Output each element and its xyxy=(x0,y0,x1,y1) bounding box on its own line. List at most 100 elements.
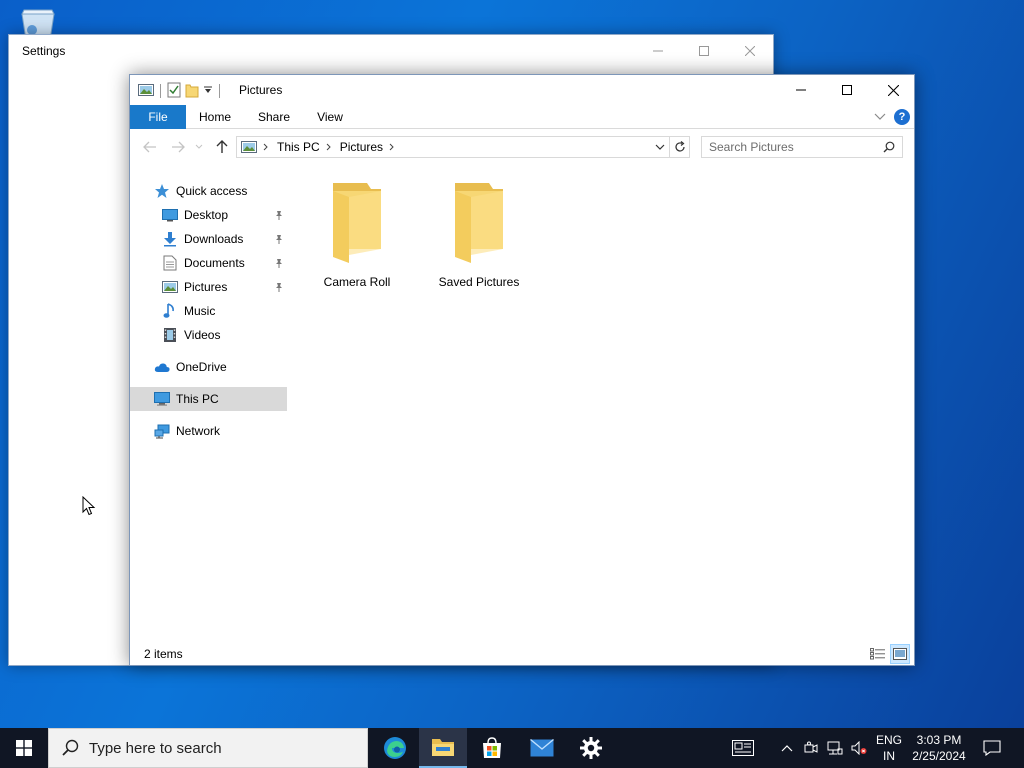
address-dropdown-chevron-icon[interactable] xyxy=(653,140,667,154)
search-icon[interactable] xyxy=(883,141,895,156)
forward-button[interactable] xyxy=(170,139,186,155)
store-icon xyxy=(483,737,501,758)
details-view-button[interactable] xyxy=(868,644,888,664)
search-box[interactable] xyxy=(701,136,903,158)
show-hidden-icons-chevron-icon[interactable] xyxy=(778,728,796,768)
tab-view[interactable]: View xyxy=(308,105,352,129)
taskbar-store[interactable] xyxy=(468,728,516,768)
nav-label: Pictures xyxy=(184,280,228,294)
breadcrumb-chevron-icon xyxy=(263,143,268,151)
pin-icon[interactable] xyxy=(274,233,284,247)
music-icon xyxy=(162,303,178,319)
maximize-button[interactable] xyxy=(824,75,870,105)
tab-file[interactable]: File xyxy=(130,105,186,129)
edge-icon xyxy=(384,737,406,759)
taskbar-settings[interactable] xyxy=(567,728,615,768)
mouse-cursor-icon xyxy=(82,495,96,519)
taskbar-search-placeholder: Type here to search xyxy=(89,739,222,757)
breadcrumb-chevron-icon xyxy=(389,143,394,151)
nav-desktop[interactable]: Desktop xyxy=(162,203,287,227)
clock[interactable]: 3:03 PM 2/25/2024 xyxy=(908,728,970,768)
up-button[interactable] xyxy=(214,139,230,155)
pin-icon[interactable] xyxy=(274,209,284,223)
nav-videos[interactable]: Videos xyxy=(162,323,220,347)
refresh-button[interactable] xyxy=(670,136,690,158)
notification-icon xyxy=(983,740,1001,756)
search-input[interactable] xyxy=(709,140,879,154)
address-bar[interactable]: This PC Pictures xyxy=(236,136,670,158)
folder-label: Camera Roll xyxy=(323,275,391,289)
new-folder-qat-icon[interactable] xyxy=(185,82,199,101)
desktop-folder-icon xyxy=(162,207,178,223)
file-list-area[interactable]: Camera Roll Saved Pictures xyxy=(287,167,915,639)
navigation-bar: This PC Pictures xyxy=(130,131,914,163)
settings-maximize-button[interactable] xyxy=(681,35,727,67)
nav-music[interactable]: Music xyxy=(162,299,215,323)
taskbar-file-explorer[interactable] xyxy=(419,728,467,768)
breadcrumb-chevron-icon xyxy=(326,143,331,151)
meet-now-icon[interactable] xyxy=(802,728,820,768)
nav-quick-access[interactable]: Quick access xyxy=(154,179,247,203)
start-button[interactable] xyxy=(0,728,48,768)
news-icon xyxy=(732,740,754,756)
tab-share[interactable]: Share xyxy=(250,105,298,129)
taskbar-edge[interactable] xyxy=(371,728,419,768)
nav-documents[interactable]: Documents xyxy=(162,251,287,275)
large-icons-view-button[interactable] xyxy=(890,644,910,664)
nav-label: Quick access xyxy=(176,184,248,198)
folder-label: Saved Pictures xyxy=(438,275,520,289)
search-icon xyxy=(62,739,79,756)
pin-icon[interactable] xyxy=(274,281,284,295)
tab-home[interactable]: Home xyxy=(190,105,240,129)
volume-muted-icon[interactable] xyxy=(849,728,869,768)
file-explorer-window[interactable]: Pictures File Home Share View ? This PC … xyxy=(129,74,915,666)
close-button[interactable] xyxy=(870,75,916,105)
minimize-button[interactable] xyxy=(778,75,824,105)
settings-gear-icon xyxy=(580,737,602,759)
details-view-icon xyxy=(870,648,885,660)
taskbar-search-box[interactable]: Type here to search xyxy=(48,728,368,768)
large-icons-view-icon xyxy=(893,648,907,660)
title-bar[interactable]: Pictures xyxy=(130,75,914,105)
videos-icon xyxy=(162,327,178,343)
breadcrumb-this-pc[interactable]: This PC xyxy=(277,140,332,154)
nav-label: Videos xyxy=(184,328,221,342)
language-code: ENG xyxy=(875,733,902,747)
help-icon[interactable]: ? xyxy=(894,109,910,125)
window-title: Pictures xyxy=(239,83,283,97)
input-language-indicator[interactable]: ENG IN xyxy=(872,728,906,768)
back-button[interactable] xyxy=(142,139,158,155)
nav-label: Desktop xyxy=(184,208,229,222)
this-pc-icon xyxy=(154,391,170,407)
pictures-icon xyxy=(162,279,178,295)
settings-minimize-button[interactable] xyxy=(635,35,681,67)
nav-network[interactable]: Network xyxy=(154,419,220,443)
file-explorer-icon xyxy=(432,739,454,756)
network-status-icon[interactable] xyxy=(826,728,844,768)
breadcrumb-label: Pictures xyxy=(339,140,384,154)
folder-item-saved-pictures[interactable]: Saved Pictures xyxy=(431,179,527,289)
tray-news-widget[interactable] xyxy=(728,728,758,768)
pin-icon[interactable] xyxy=(274,257,284,271)
taskbar: Type here to search ENG IN 3:03 PM 2/25/… xyxy=(0,728,1024,768)
nav-label: Music xyxy=(184,304,216,318)
settings-close-button[interactable] xyxy=(727,35,773,67)
action-center-button[interactable] xyxy=(978,728,1006,768)
qat-separator xyxy=(219,84,220,98)
nav-this-pc[interactable]: This PC xyxy=(130,387,287,411)
taskbar-mail[interactable] xyxy=(518,728,566,768)
properties-qat-icon[interactable] xyxy=(167,82,181,101)
address-location-icon xyxy=(241,141,269,153)
expand-ribbon-chevron-icon[interactable] xyxy=(874,110,886,124)
customize-qat-dropdown-icon[interactable] xyxy=(203,84,213,98)
onedrive-cloud-icon xyxy=(154,359,170,375)
nav-downloads[interactable]: Downloads xyxy=(162,227,287,251)
nav-pictures[interactable]: Pictures xyxy=(162,275,287,299)
status-bar: 2 items xyxy=(130,641,914,665)
pictures-window-icon[interactable] xyxy=(138,83,154,100)
breadcrumb-label: This PC xyxy=(277,140,320,154)
breadcrumb-pictures[interactable]: Pictures xyxy=(340,140,395,154)
recent-locations-chevron-icon[interactable] xyxy=(194,139,204,155)
nav-onedrive[interactable]: OneDrive xyxy=(154,355,227,379)
folder-item-camera-roll[interactable]: Camera Roll xyxy=(309,179,405,289)
